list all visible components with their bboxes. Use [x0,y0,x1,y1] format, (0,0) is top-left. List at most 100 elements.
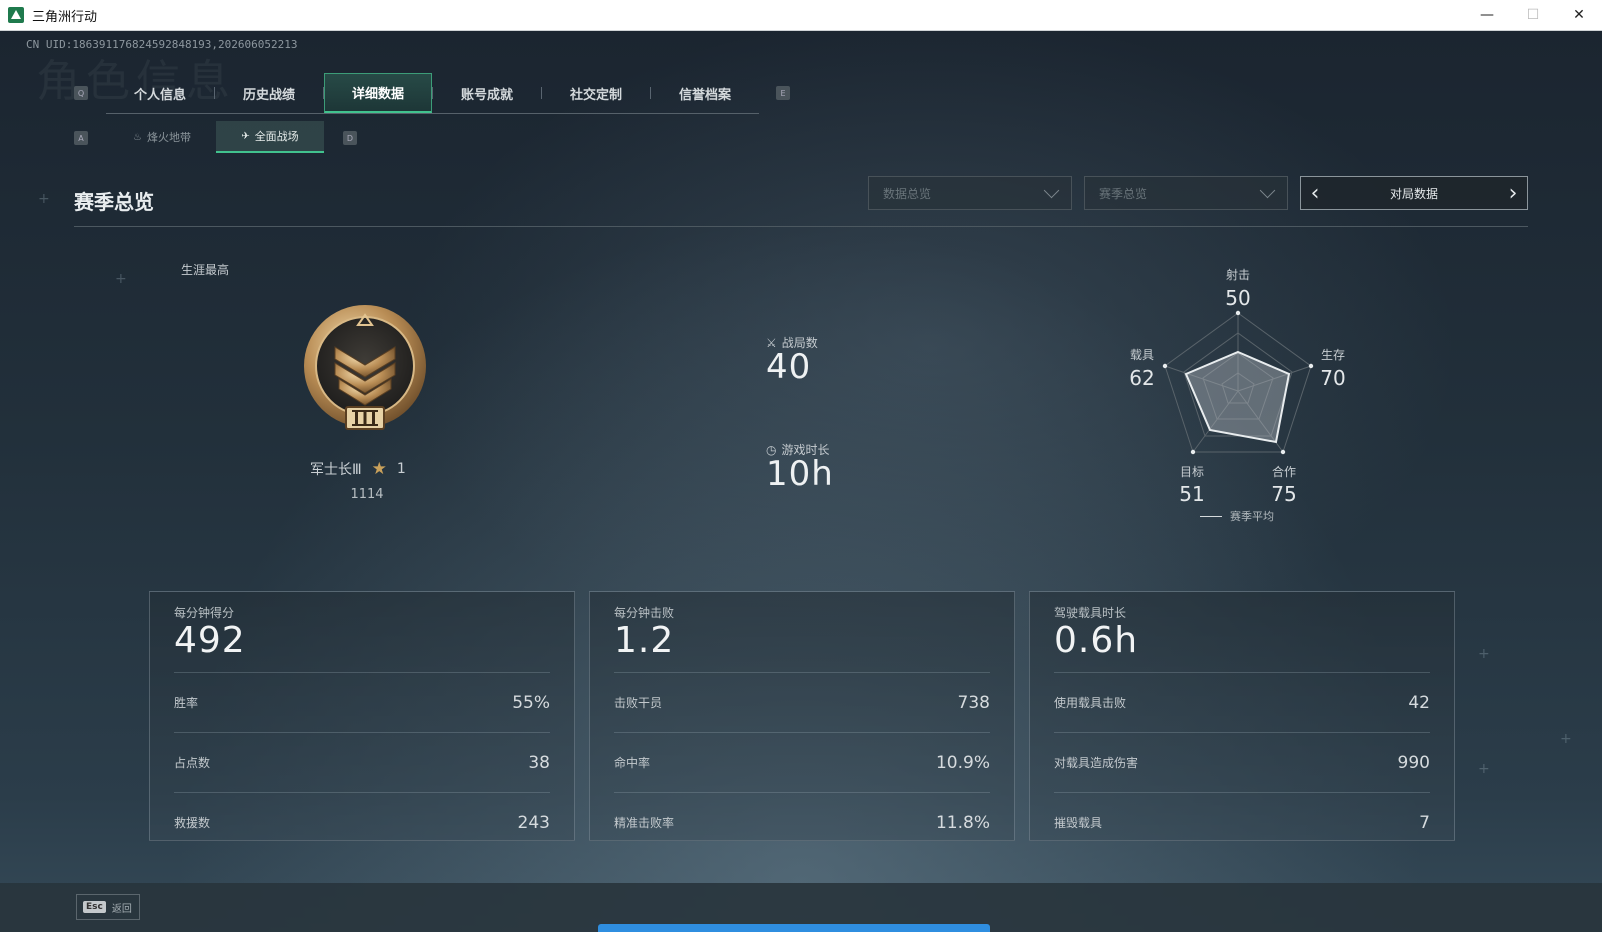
decor-cross: + [1560,731,1572,747]
radar-axis-value: 62 [1129,366,1154,390]
radar-legend: 赛季平均 [1200,508,1274,524]
radar-axis-label: 合作 [1272,464,1296,479]
card-rows: 胜率 55% 占点数 38 救援数 243 [174,672,550,852]
season-dropdown[interactable]: 赛季总览 [1084,176,1288,210]
radar-axis-label: 生存 [1321,348,1345,362]
aircraft-icon: ✈ [241,130,250,142]
row-value: 10.9% [935,752,990,773]
kills-card: 每分钟击败 1.2 击败干员 738 命中率 10.9% 精准击败率 11.8% [589,591,1015,841]
row-label: 命中率 [614,756,651,770]
radar-axis-value: 50 [1225,286,1250,310]
card-row: 精准击败率 11.8% [614,792,990,852]
radar-axis-label: 射击 [1226,267,1250,282]
chevron-down-icon [1043,182,1060,199]
card-value: 1.2 [614,620,675,661]
data-stepper: ‹ 对局数据 › [1300,176,1528,210]
radar-axis-value: 70 [1320,366,1345,390]
card-row: 使用载具击败 42 [1054,672,1430,732]
close-button[interactable]: ✕ [1556,0,1602,30]
row-label: 摧毁载具 [1054,816,1103,830]
decor-cross: + [1478,646,1490,662]
card-rows: 击败干员 738 命中率 10.9% 精准击败率 11.8% [614,672,990,852]
back-button[interactable]: Esc 返回 [76,894,140,920]
mode-subtabs: ♨ 烽火地带 ✈ 全面战场 [108,121,324,153]
chevron-left-icon[interactable]: ‹ [1301,176,1329,210]
legend-line-icon [1200,515,1222,517]
radar-axis-label: 载具 [1130,348,1154,362]
row-label: 对载具造成伤害 [1054,756,1139,770]
minimize-button[interactable]: — [1464,0,1510,30]
row-value: 42 [1408,692,1430,713]
app-logo-icon [8,7,24,23]
legend-label: 赛季平均 [1230,510,1274,523]
card-row: 占点数 38 [174,732,550,792]
card-rows: 使用载具击败 42 对载具造成伤害 990 摧毁载具 7 [1054,672,1430,852]
decor-cross: + [38,191,50,207]
subtab-prev-key-hint[interactable]: A [74,131,88,145]
radar-axis-value: 75 [1271,482,1296,506]
row-label: 胜率 [174,696,199,710]
tab-detailed-data[interactable]: 详细数据 [324,73,432,113]
window-titlebar: 三角洲行动 — ☐ ✕ [0,0,1602,31]
game-viewport: 角色信息 CN UID:18639117682459284819​3,20260… [0,31,1602,932]
card-label: 每分钟得分 [174,606,235,620]
subtab-label: 全面战场 [254,130,299,143]
subtab-extraction[interactable]: ♨ 烽火地带 [108,121,216,153]
tab-social[interactable]: 社交定制 [542,73,650,113]
tab-achievements[interactable]: 账号成就 [433,73,541,113]
card-row: 救援数 243 [174,792,550,852]
main-tabs: 个人信息 历史战绩 详细数据 账号成就 社交定制 信誉档案 [106,73,759,114]
row-value: 243 [517,812,550,833]
card-row: 命中率 10.9% [614,732,990,792]
flame-icon: ♨ [133,131,142,143]
row-label: 精准击败率 [614,816,675,830]
row-label: 击败干员 [614,696,663,710]
vehicle-card: 驾驶载具时长 0.6h 使用载具击败 42 对载具造成伤害 990 摧毁载具 7 [1029,591,1455,841]
card-row: 击败干员 738 [614,672,990,732]
uid-label: CN UID:18639117682459284819​3,2026060522… [26,38,298,51]
career-best-label: 生涯最高 [181,263,230,277]
decor-cross: + [115,271,127,287]
row-value: 38 [528,752,550,773]
chevron-down-icon [1259,182,1276,199]
card-value: 0.6h [1054,620,1139,661]
stepper-label: 对局数据 [1389,186,1438,201]
taskbar-progress-strip [598,924,990,932]
matches-value: 40 [766,347,812,387]
row-value: 738 [957,692,990,713]
card-label: 每分钟击败 [614,606,675,620]
row-label: 使用载具击败 [1054,696,1127,710]
row-label: 占点数 [174,756,211,770]
section-title: 赛季总览 [74,190,154,214]
section-divider [74,226,1528,227]
tab-next-key-hint[interactable]: E [776,86,790,100]
window-controls: — ☐ ✕ [1464,0,1602,30]
radar-axis-value: 51 [1179,482,1204,506]
rank-badge-icon [304,305,426,430]
tab-prev-key-hint[interactable]: Q [74,86,88,100]
maximize-button[interactable]: ☐ [1510,0,1556,30]
score-card: 每分钟得分 492 胜率 55% 占点数 38 救援数 243 [149,591,575,841]
rank-title: 军士长Ⅲ [310,462,362,478]
row-label: 救援数 [174,816,211,830]
subtab-warfare[interactable]: ✈ 全面战场 [216,121,324,153]
dropdown-value: 赛季总览 [1099,186,1148,201]
rank-name: 军士长Ⅲ ★ 1 [310,459,406,479]
dropdown-value: 数据总览 [883,186,932,201]
decor-cross: + [1478,761,1490,777]
data-type-dropdown[interactable]: 数据总览 [868,176,1072,210]
row-value: 11.8% [935,812,990,833]
star-icon: ★ [371,459,387,479]
playtime-value: 10h [766,454,834,494]
esc-key-icon: Esc [83,901,106,913]
back-label: 返回 [111,903,132,915]
card-value: 492 [174,620,246,661]
tab-reputation[interactable]: 信誉档案 [651,73,759,113]
subtab-next-key-hint[interactable]: D [343,131,357,145]
card-row: 摧毁载具 7 [1054,792,1430,852]
ability-radar-chart: 射击 50 生存 70 合作 75 目标 51 载具 62 [1129,267,1345,506]
tab-history[interactable]: 历史战绩 [215,73,323,113]
tab-personal-info[interactable]: 个人信息 [106,73,214,113]
subtab-label: 烽火地带 [146,131,191,144]
chevron-right-icon[interactable]: › [1499,176,1527,210]
